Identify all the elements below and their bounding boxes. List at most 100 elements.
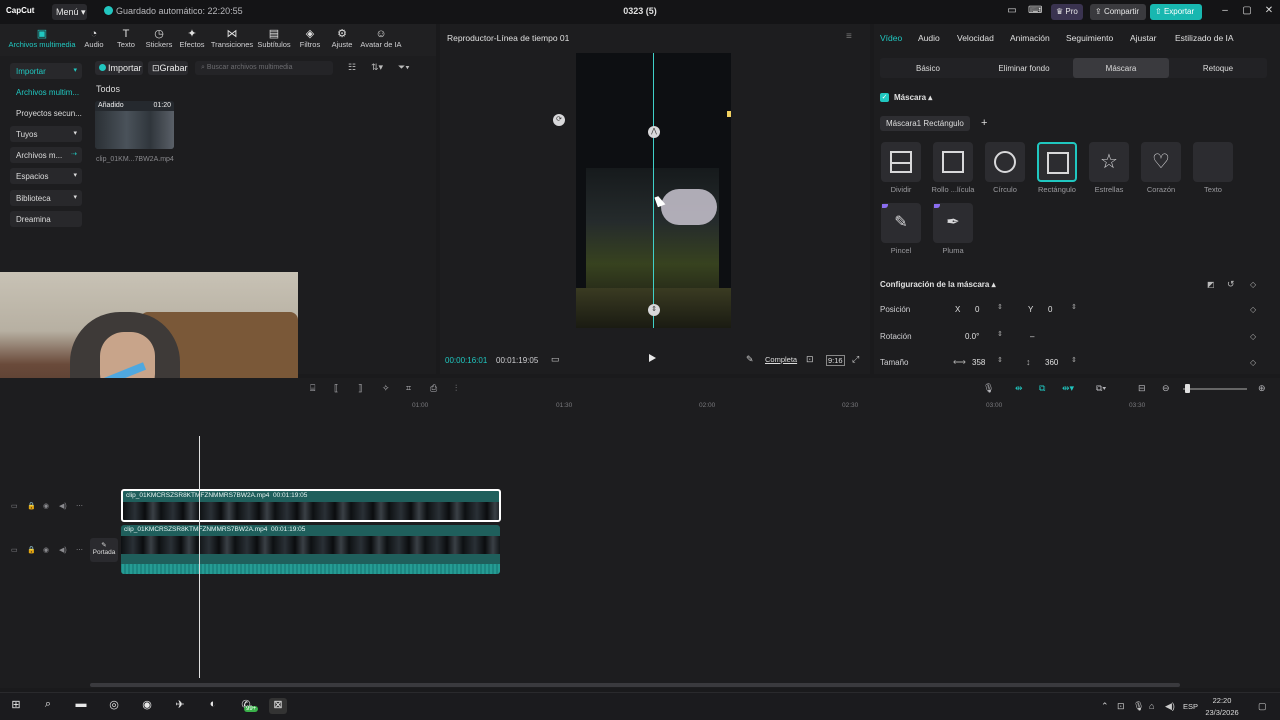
visibility-icon[interactable]: ◉ — [43, 502, 49, 510]
tool-media[interactable]: ▣ Archivos multimedia — [6, 28, 78, 49]
timecode-toggle-icon[interactable]: ▭ — [551, 354, 560, 365]
track-thumbnail-icon[interactable]: ▭ — [11, 546, 18, 554]
add-mask-icon[interactable]: + — [981, 117, 987, 129]
snap-icon[interactable]: ⧉ — [1039, 383, 1045, 394]
timeline-scrollbar[interactable] — [90, 683, 1180, 687]
feather-handle-icon[interactable]: ⋀ — [648, 126, 660, 138]
share-button[interactable]: ⇪ Compartir — [1090, 4, 1146, 20]
magic-icon[interactable]: ✧ — [382, 383, 390, 394]
zoom-in-icon[interactable]: ⊕ — [1258, 383, 1266, 394]
quality-button[interactable]: Completa — [765, 355, 797, 364]
import-button[interactable]: Importar — [95, 61, 143, 75]
size-height-field[interactable]: 360 — [1045, 358, 1058, 367]
search-icon[interactable]: ⌕ — [39, 698, 57, 714]
lock-icon[interactable]: 🔒 — [27, 546, 36, 554]
sidebar-item-media-cloud[interactable]: Archivos m... ⇢ — [10, 147, 82, 163]
microphone-icon[interactable]: 🎙 — [983, 383, 994, 394]
invert-icon[interactable]: ◩ — [1207, 280, 1215, 289]
more-icon[interactable]: ⋯ — [76, 502, 83, 510]
split-icon[interactable]: ⌸ — [310, 383, 315, 394]
mask-layer-pill[interactable]: Máscara1 Rectángulo — [880, 116, 970, 131]
media-thumbnail[interactable]: Añadido 01:20 — [95, 101, 174, 149]
pro-button[interactable]: ♛ Pro — [1051, 4, 1083, 20]
size-width-field[interactable]: 358 — [972, 358, 985, 367]
mute-icon[interactable]: ◀) — [59, 546, 67, 554]
tray-mic-icon[interactable]: 🎙 — [1133, 701, 1144, 712]
view-toggle-icon[interactable]: ☷ — [348, 62, 356, 73]
timeline-clip[interactable]: clip_01KMCRSZSR8KTMFZNMMRS7BW2A.mp4 00:0… — [121, 525, 500, 574]
export-button[interactable]: ⇧ Exportar — [1150, 4, 1202, 20]
visibility-icon[interactable]: ◉ — [43, 546, 49, 554]
zoom-out-icon[interactable]: ⊖ — [1162, 383, 1170, 394]
resize-handle-icon[interactable]: ⇕ — [648, 304, 660, 316]
tab-video[interactable]: Vídeo — [880, 33, 902, 43]
audio-split-icon[interactable]: ⫶ — [455, 383, 457, 394]
tab-tracking[interactable]: Seguimiento — [1066, 33, 1113, 43]
mask-brush-tile[interactable]: ✎ — [881, 203, 921, 243]
mask-star-tile[interactable]: ☆ — [1089, 142, 1129, 182]
size-keyframe-icon[interactable]: ◇ — [1250, 358, 1256, 367]
filter-icon[interactable]: ⏷▾ — [398, 62, 410, 73]
mask-checkbox[interactable]: ✓ — [880, 93, 889, 102]
sort-icon[interactable]: ⇅▾ — [371, 62, 383, 73]
subtab-basic[interactable]: Básico — [880, 58, 976, 78]
mask-film-tile[interactable] — [933, 142, 973, 182]
search-input[interactable]: ⌕ Buscar archivos multimedia — [195, 61, 333, 75]
clock-date[interactable]: 23/3/2026 — [1201, 708, 1243, 717]
playhead[interactable] — [199, 436, 200, 678]
keyframe-icon[interactable]: ◇ — [1250, 280, 1256, 289]
maximize-icon[interactable]: ▢ — [1240, 5, 1254, 16]
subtab-mask[interactable]: Máscara — [1073, 58, 1169, 78]
tab-adjust[interactable]: Ajustar — [1130, 33, 1156, 43]
mask-rectangle-tile[interactable] — [1037, 142, 1077, 182]
more-icon[interactable]: ⋯ — [76, 546, 83, 554]
mask-circle-tile[interactable] — [985, 142, 1025, 182]
preview-axis-icon[interactable]: ⇹▾ — [1062, 383, 1074, 394]
lock-icon[interactable]: 🔒 — [27, 502, 36, 510]
freeze-icon[interactable]: ⎙ — [430, 383, 437, 394]
rotate-handle-icon[interactable]: ⟳ — [553, 114, 565, 126]
rotation-keyframe-icon[interactable]: ◇ — [1250, 332, 1256, 341]
pos-y-stepper[interactable]: ⇕ — [1071, 303, 1077, 311]
subtab-remove-bg[interactable]: Eliminar fondo — [976, 58, 1072, 78]
filter-all-tab[interactable]: Todos — [96, 84, 120, 94]
pos-x-stepper[interactable]: ⇕ — [997, 303, 1003, 311]
sidebar-item-import[interactable]: Importar ▾ — [10, 63, 82, 79]
tray-expand-icon[interactable]: ⌃ — [1101, 701, 1109, 712]
link-clips-icon[interactable]: ⇹ — [1015, 383, 1023, 394]
language-indicator[interactable]: ESP — [1183, 702, 1198, 711]
steam-icon[interactable]: ✈ — [171, 698, 189, 714]
video-preview[interactable] — [576, 53, 731, 328]
minimize-icon[interactable]: – — [1218, 5, 1232, 16]
mask-pen-tile[interactable]: ✒ — [933, 203, 973, 243]
tray-app-icon[interactable]: ⊡ — [1117, 701, 1125, 712]
zoom-slider-knob[interactable] — [1185, 384, 1190, 393]
width-stepper[interactable]: ⇕ — [997, 356, 1003, 364]
hamburger-icon[interactable]: ≡ — [846, 31, 852, 42]
track-thumbnail-icon[interactable]: ▭ — [11, 502, 18, 510]
sidebar-item-dreamina[interactable]: Dreamina — [10, 211, 82, 227]
zoom-slider[interactable] — [1183, 388, 1247, 390]
crop-icon[interactable]: ⌗ — [406, 383, 411, 394]
cortana-icon[interactable]: ◎ — [105, 698, 123, 714]
capcut-taskbar-icon[interactable]: ⊠ — [269, 698, 287, 714]
rotation-field[interactable]: 0.0° — [965, 332, 979, 341]
mask-text-tile[interactable] — [1193, 142, 1233, 182]
record-button[interactable]: ⊡Grabar — [148, 61, 188, 75]
chrome-icon[interactable]: ◉ — [138, 698, 156, 714]
fullscreen-icon[interactable]: ⤢ — [852, 354, 859, 365]
windows-start-icon[interactable]: ⊞ — [7, 698, 25, 714]
snapshot-icon[interactable]: ⊡ — [806, 354, 814, 365]
mask-split-tile[interactable] — [881, 142, 921, 182]
mute-icon[interactable]: ◀) — [59, 502, 67, 510]
aspect-ratio-button[interactable]: 9:16 — [826, 355, 845, 366]
edit-canvas-icon[interactable]: ✎ — [746, 354, 754, 365]
browser-icon[interactable]: ◐ — [204, 698, 222, 714]
notifications-icon[interactable]: ▢ — [1258, 701, 1267, 712]
tool-ai-avatar[interactable]: ☺ Avatar de IA — [358, 28, 404, 49]
timeline-clip-selected[interactable]: clip_01KMCRSZSR8KTMFZNMMRS7BW2A.mp4 00:0… — [121, 489, 501, 522]
sidebar-item-library[interactable]: Biblioteca ▾ — [10, 190, 82, 206]
pos-y-field[interactable]: 0 — [1048, 305, 1052, 314]
play-button[interactable] — [649, 354, 656, 362]
sidebar-item-subprojects[interactable]: Proyectos secun... — [10, 105, 82, 121]
